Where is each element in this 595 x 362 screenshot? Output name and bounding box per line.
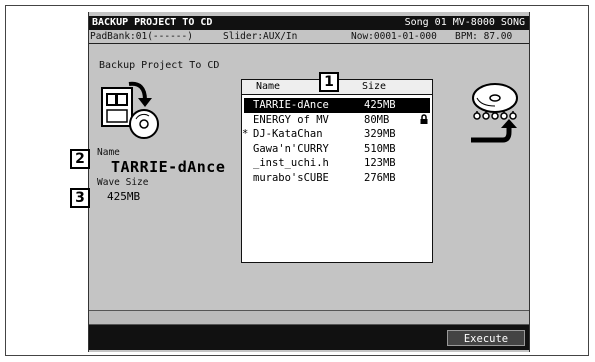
page-title: Backup Project To CD xyxy=(99,60,220,71)
project-name: Gawa'n'CURRY xyxy=(253,142,329,155)
project-size: 80MB xyxy=(364,113,390,126)
project-size: 123MB xyxy=(364,157,396,169)
size-column-header: Size xyxy=(362,81,387,92)
name-value: TARRIE-dAnce xyxy=(111,158,226,176)
project-size: 329MB xyxy=(364,128,396,140)
progress-bar xyxy=(89,310,529,325)
callout-1: 1 xyxy=(319,72,339,92)
project-to-cd-icon xyxy=(99,80,159,142)
project-size: 425MB xyxy=(364,99,396,111)
wave-size-label: Wave Size xyxy=(97,177,149,188)
project-name: DJ-KataChan xyxy=(253,128,323,140)
list-item[interactable]: _inst_uchi.h 123MB xyxy=(244,156,430,171)
cd-burn-icon xyxy=(469,76,521,148)
name-column-header: Name xyxy=(256,81,281,92)
project-name: ENERGY of MV xyxy=(253,113,329,126)
project-size: 276MB xyxy=(364,171,396,184)
song-info: Song 01 MV-8000 SONG xyxy=(404,17,525,28)
project-name: _inst_uchi.h xyxy=(253,157,329,169)
callout-2: 2 xyxy=(70,149,90,169)
list-item[interactable]: ENERGY of MV 80MB xyxy=(244,113,430,128)
list-item[interactable]: murabo'sCUBE 276MB xyxy=(244,171,430,186)
screen-title: BACKUP PROJECT TO CD xyxy=(92,17,213,28)
slider-status: Slider:AUX/In xyxy=(223,31,298,42)
title-bar: BACKUP PROJECT TO CD Song 01 MV-8000 SON… xyxy=(89,16,529,30)
now-position: Now:0001-01-000 xyxy=(351,31,437,42)
lcd-screen: BACKUP PROJECT TO CD Song 01 MV-8000 SON… xyxy=(88,12,530,352)
execute-button[interactable]: Execute xyxy=(447,330,525,346)
name-label: Name xyxy=(97,147,120,158)
callout-3: 3 xyxy=(70,188,90,208)
list-item[interactable]: Gawa'n'CURRY 510MB xyxy=(244,142,430,157)
status-bar: PadBank:01(------) Slider:AUX/In Now:000… xyxy=(89,30,529,44)
list-rows: TARRIE-dAnce 425MB ENERGY of MV 80MB * DJ-Kat… xyxy=(242,98,430,186)
list-item[interactable]: * DJ-KataChan 329MB xyxy=(242,127,430,142)
list-item[interactable]: TARRIE-dAnce 425MB xyxy=(244,98,430,113)
function-bar: Execute xyxy=(89,325,529,350)
wave-size-value: 425MB xyxy=(107,190,141,203)
project-name: TARRIE-dAnce xyxy=(253,99,329,111)
current-project-marker: * xyxy=(242,128,249,140)
project-name: murabo'sCUBE xyxy=(253,171,329,184)
project-list[interactable]: Name Size TARRIE-dAnce 425MB ENERGY of MV 8… xyxy=(241,79,433,263)
pad-bank-status: PadBank:01(------) xyxy=(90,31,193,42)
bpm-readout: BPM: 87.00 xyxy=(455,31,513,42)
project-size: 510MB xyxy=(364,142,396,155)
